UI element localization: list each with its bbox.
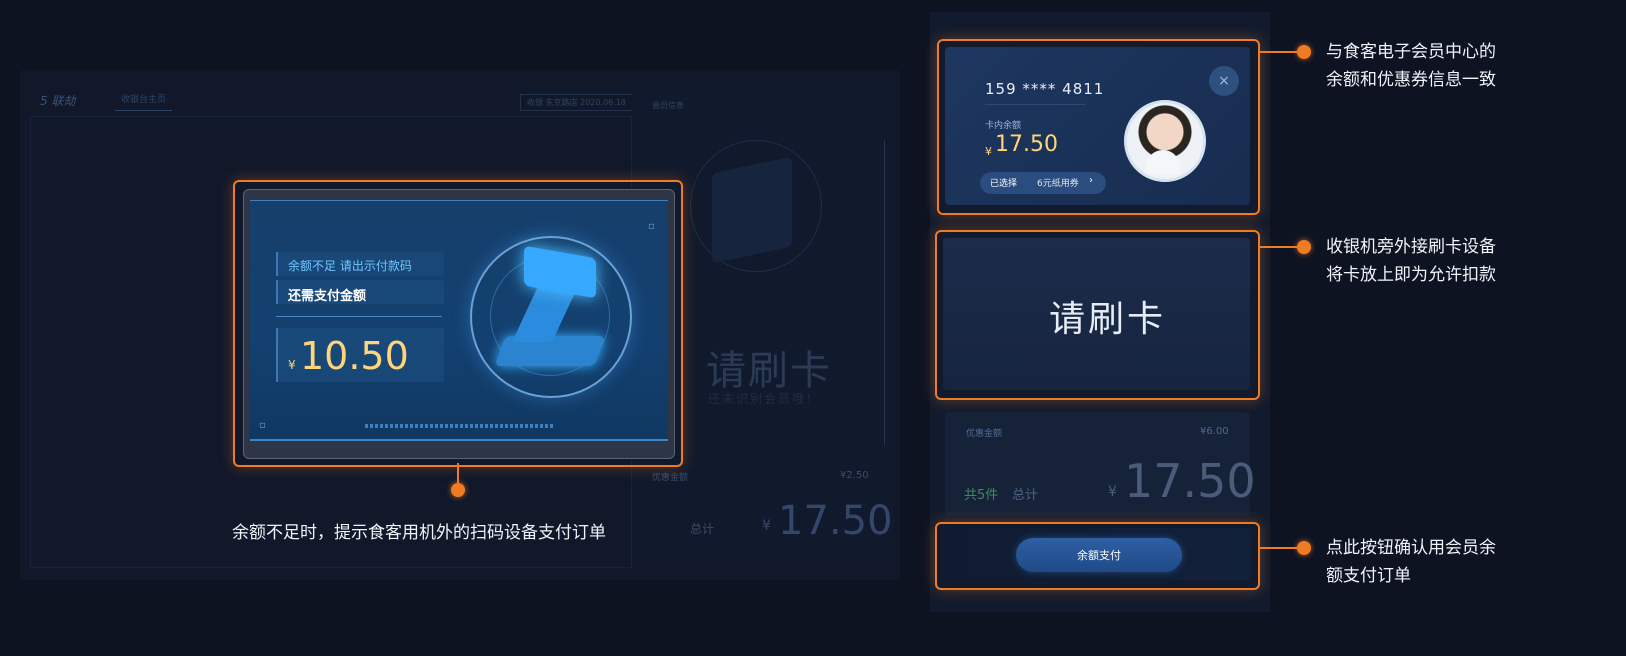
annotation-member-line2: 余额和优惠券信息一致 — [1326, 70, 1496, 90]
background-logo: 5 联劫 — [40, 94, 76, 108]
amount-currency: ¥ — [288, 358, 296, 372]
background-swipe-subtitle: 还未识别会员哦！ — [708, 392, 821, 406]
background-divider — [884, 140, 885, 445]
discount-label: 优惠金额 — [966, 429, 1003, 439]
background-tab: 收银台主页 — [115, 92, 173, 111]
coupon-selected-label: 已选择 — [990, 179, 1018, 189]
annotation-dot-member — [1297, 45, 1311, 59]
insufficient-warning: 余额不足 请出示付款码 — [288, 259, 412, 273]
total-currency: ¥ — [1108, 484, 1117, 500]
waiting-progress-bar — [365, 424, 555, 428]
background-info: 收银 东京路店 2020.06.18 — [520, 94, 633, 111]
balance-pay-button[interactable]: 余额支付 — [1016, 538, 1182, 572]
corner-expand-icon: ▫ — [648, 221, 655, 232]
amount-divider — [276, 316, 442, 317]
annotation-dot-swipe — [1297, 240, 1311, 254]
annotation-dot-pay — [1297, 541, 1311, 555]
total-label: 总计 — [1012, 488, 1039, 503]
items-count: 共5件 — [964, 488, 999, 503]
background-swipe-title: 请刷卡 — [706, 348, 832, 394]
annotation-dot-main — [451, 483, 465, 497]
annotation-member: 与食客电子会员中心的 余额和优惠券信息一致 — [1326, 38, 1556, 94]
annotation-swipe-line1: 收银机旁外接刷卡设备 — [1326, 237, 1496, 257]
member-phone: 159 **** 4811 — [985, 80, 1105, 98]
total-value: 17.50 — [1124, 454, 1256, 508]
remaining-amount: 10.50 — [300, 334, 409, 378]
annotation-member-line1: 与食客电子会员中心的 — [1326, 42, 1496, 62]
background-card-reader-body — [712, 156, 792, 264]
annotation-pay: 点此按钮确认用会员余 额支付订单 — [1326, 534, 1556, 590]
phone-underline — [985, 104, 1085, 105]
coupon-name: 6元纸用券 — [1037, 179, 1079, 189]
connector-swipe — [1258, 246, 1298, 248]
main-caption: 余额不足时，提示食客用机外的扫码设备支付订单 — [232, 523, 606, 543]
background-right-label: 会员信息 — [652, 101, 684, 110]
close-icon[interactable]: × — [1209, 66, 1239, 96]
balance-label: 卡内余额 — [985, 121, 1022, 131]
balance-value: 17.50 — [995, 132, 1058, 157]
balance-currency: ¥ — [985, 145, 992, 158]
swipe-card-prompt: 请刷卡 — [1049, 299, 1167, 340]
background-total-value: 17.50 — [778, 498, 893, 544]
need-pay-label: 还需支付金额 — [288, 289, 367, 304]
background-total-label: 总计 — [690, 522, 715, 536]
discount-value: ¥6.00 — [1200, 426, 1229, 437]
connector-main — [457, 463, 459, 485]
annotation-swipe: 收银机旁外接刷卡设备 将卡放上即为允许扣款 — [1326, 233, 1556, 289]
annotation-pay-line2: 额支付订单 — [1326, 566, 1411, 586]
background-discount-value: ¥2.50 — [840, 470, 869, 481]
annotation-swipe-line2: 将卡放上即为允许扣款 — [1326, 265, 1496, 285]
corner-expand-icon-bottom: ▫ — [259, 420, 266, 431]
connector-pay — [1258, 547, 1298, 549]
background-discount-label: 优惠金额 — [652, 473, 689, 483]
background-total-currency: ¥ — [762, 518, 771, 534]
connector-member — [1258, 51, 1298, 53]
chevron-right-icon: › — [1089, 175, 1093, 186]
annotation-pay-line1: 点此按钮确认用会员余 — [1326, 538, 1496, 558]
